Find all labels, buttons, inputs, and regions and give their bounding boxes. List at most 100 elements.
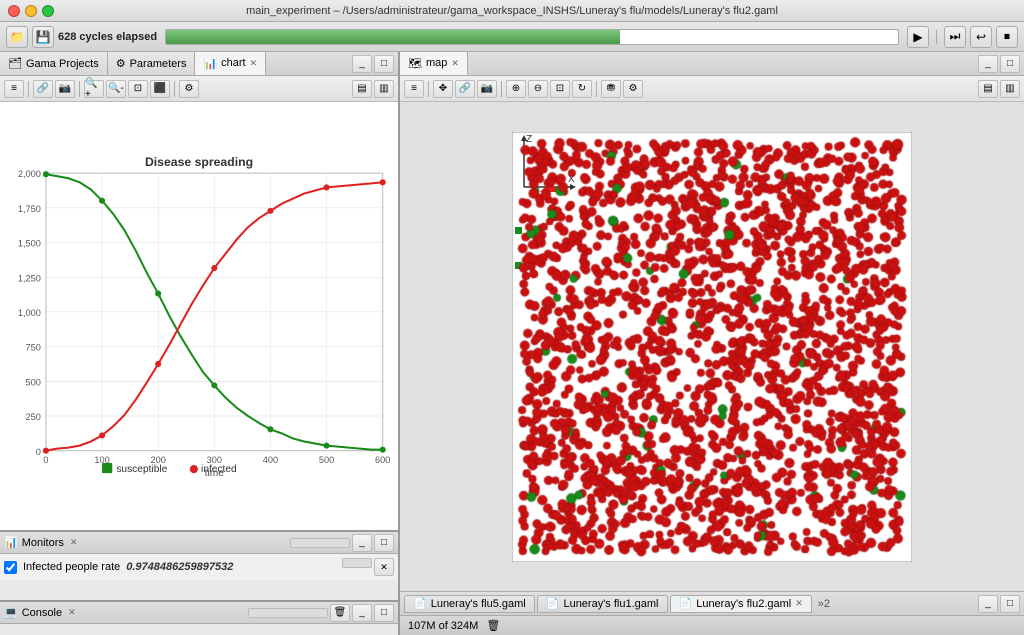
tab-flu2[interactable]: 📄 Luneray's flu2.gaml ✕ (670, 595, 812, 613)
tab-gama-projects[interactable]: 🗂 Gama Projects (0, 52, 108, 75)
console-clear-btn[interactable]: 🗑 (330, 604, 350, 622)
tab-flu5[interactable]: 📄 Luneray's flu5.gaml (404, 595, 535, 613)
bottom-tab-bar: 📄 Luneray's flu5.gaml 📄 Luneray's flu1.g… (400, 591, 1024, 615)
monitor-scrollbar[interactable] (290, 538, 350, 548)
map-fit-btn[interactable]: ⊡ (550, 80, 570, 98)
monitor-tab-close-icon[interactable]: ✕ (70, 537, 78, 548)
maximize-button[interactable] (42, 5, 54, 17)
bottom-max-btn[interactable]: □ (1000, 595, 1020, 613)
title-bar: main_experiment – /Users/administrateur/… (0, 0, 1024, 22)
console-icon: 💻 (4, 606, 18, 619)
tab-map[interactable]: 🗺 map ✕ (400, 52, 468, 75)
svg-text:Disease spreading: Disease spreading (145, 155, 253, 169)
chart-toolbar-collapse[interactable]: ≡ (4, 80, 24, 98)
svg-text:infected: infected (201, 464, 237, 475)
maximize-panel-btn[interactable]: □ (374, 55, 394, 73)
toolbar-save-btn[interactable]: 💾 (32, 26, 54, 48)
map-tab-bar: 🗺 map ✕ _ □ (400, 52, 1024, 76)
monitor-icon: 📊 (4, 536, 18, 549)
console-min-btn[interactable]: _ (352, 604, 372, 622)
gama-projects-icon: 🗂 (8, 57, 22, 70)
more-tabs-indicator[interactable]: »2 (814, 598, 834, 610)
chart-zoom-box[interactable]: ⬛ (150, 80, 170, 98)
svg-text:0: 0 (36, 447, 41, 457)
chart-zoom-in[interactable]: 🔍+ (84, 80, 104, 98)
monitor-panel: 📊 Monitors ✕ _ □ Infected people rate 0.… (0, 530, 398, 600)
monitor-max-btn[interactable]: □ (374, 534, 394, 552)
flu2-label: Luneray's flu2.gaml (696, 598, 791, 610)
map-layout-2[interactable]: ▥ (1000, 80, 1020, 98)
cycles-label: 628 cycles elapsed (58, 31, 157, 43)
chart-fit[interactable]: ⊡ (128, 80, 148, 98)
map-settings-btn[interactable]: ⚙ (623, 80, 643, 98)
chart-link-btn[interactable]: 🔗 (33, 80, 53, 98)
tab-parameters[interactable]: ⚙ Parameters (108, 52, 196, 75)
left-tab-bar: 🗂 Gama Projects ⚙ Parameters 📊 chart ✕ _… (0, 52, 398, 76)
chart-layout-1[interactable]: ▤ (352, 80, 372, 98)
console-tab-close-icon[interactable]: ✕ (68, 607, 76, 618)
svg-text:1,250: 1,250 (18, 273, 41, 283)
map-area[interactable]: Z X (400, 102, 1024, 591)
map-toolbar-collapse[interactable]: ≡ (404, 80, 424, 98)
map-canvas: Z X (512, 132, 912, 562)
monitor-min-btn[interactable]: _ (352, 534, 372, 552)
map-layout-1[interactable]: ▤ (978, 80, 998, 98)
memory-icon: 🗑 (486, 619, 500, 632)
map-camera-btn[interactable]: 📷 (477, 80, 497, 98)
monitor-checkbox[interactable] (4, 561, 17, 574)
monitor-row-scrollbar[interactable] (342, 558, 372, 568)
progress-wrapper: 628 cycles elapsed (58, 29, 903, 45)
monitor-row: Infected people rate 0.9748486259897532 … (4, 556, 394, 578)
flu2-tab-close[interactable]: ✕ (795, 598, 803, 609)
chart-zoom-out[interactable]: 🔍- (106, 80, 126, 98)
map-max-btn[interactable]: □ (1000, 55, 1020, 73)
svg-text:600: 600 (375, 455, 390, 465)
monitor-row-close[interactable]: ✕ (374, 558, 394, 576)
rewind-button[interactable]: ↩ (970, 26, 992, 48)
map-rotate-btn[interactable]: ↻ (572, 80, 592, 98)
console-tab-bar: 💻 Console ✕ 🗑 _ □ (0, 602, 398, 624)
map-zoom-out[interactable]: ⊖ (528, 80, 548, 98)
map-move-btn[interactable]: ✥ (433, 80, 453, 98)
close-button[interactable] (8, 5, 20, 17)
console-panel: 💻 Console ✕ 🗑 _ □ (0, 600, 398, 635)
tab-flu1[interactable]: 📄 Luneray's flu1.gaml (537, 595, 668, 613)
map-inner-toolbar: ≡ ✥ 🔗 📷 ⊕ ⊖ ⊡ ↻ ⛃ ⚙ ▤ ▥ (400, 76, 1024, 102)
content-area: 🗂 Gama Projects ⚙ Parameters 📊 chart ✕ _… (0, 52, 1024, 635)
console-scrollbar[interactable] (248, 608, 328, 618)
console-max-btn[interactable]: □ (374, 604, 394, 622)
memory-label: 107M of 324M (408, 620, 478, 632)
map-link-btn[interactable]: 🔗 (455, 80, 475, 98)
svg-text:0: 0 (43, 455, 48, 465)
flu1-icon: 📄 (546, 597, 560, 610)
chart-camera-btn[interactable]: 📷 (55, 80, 75, 98)
map-tab-close[interactable]: ✕ (451, 58, 459, 69)
toolbar-divider-2 (79, 81, 80, 97)
bottom-min-btn[interactable]: _ (978, 595, 998, 613)
monitor-tab-bar: 📊 Monitors ✕ _ □ (0, 532, 398, 554)
chart-tab-close[interactable]: ✕ (250, 58, 258, 69)
progress-fill (166, 30, 620, 44)
step-button[interactable]: ⏭ (944, 26, 966, 48)
svg-text:400: 400 (263, 455, 278, 465)
window-controls[interactable] (8, 5, 54, 17)
monitor-tab-label: Monitors (22, 537, 64, 549)
map-div-1 (428, 81, 429, 97)
minimize-button[interactable] (25, 5, 37, 17)
minimize-panel-btn[interactable]: _ (352, 55, 372, 73)
chart-layout-2[interactable]: ▥ (374, 80, 394, 98)
chart-area: Disease spreading (0, 102, 398, 530)
stop-button[interactable]: ⏹ (996, 26, 1018, 48)
tab-chart[interactable]: 📊 chart ✕ (195, 52, 266, 75)
toolbar-divider-3 (174, 81, 175, 97)
svg-text:1,000: 1,000 (18, 308, 41, 318)
map-layers-btn[interactable]: ⛃ (601, 80, 621, 98)
main-toolbar: 📁 💾 628 cycles elapsed ▶ ⏭ ↩ ⏹ (0, 22, 1024, 52)
map-zoom-in[interactable]: ⊕ (506, 80, 526, 98)
console-tab-label: Console (22, 607, 62, 619)
chart-tab-label: chart (221, 57, 245, 69)
chart-settings[interactable]: ⚙ (179, 80, 199, 98)
map-min-btn[interactable]: _ (978, 55, 998, 73)
toolbar-file-btn[interactable]: 📁 (6, 26, 28, 48)
play-button[interactable]: ▶ (907, 26, 929, 48)
